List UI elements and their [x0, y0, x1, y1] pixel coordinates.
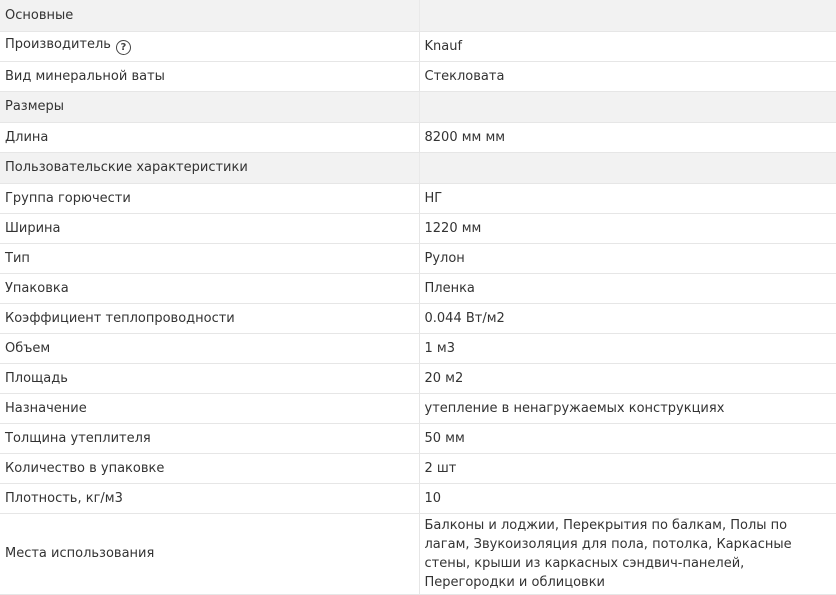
spec-row-quantity: Количество в упаковке 2 шт — [0, 453, 836, 484]
spec-label: Объем — [0, 333, 419, 364]
spec-label-text: Производитель — [5, 37, 111, 52]
spec-label: Назначение — [0, 393, 419, 424]
spec-label: Вид минеральной ваты — [0, 61, 419, 92]
spec-label: Плотность, кг/м3 — [0, 483, 419, 514]
spec-value: 8200 мм мм — [418, 122, 836, 153]
spec-row-conductivity: Коэффициент теплопроводности 0.044 Вт/м2 — [0, 303, 836, 334]
spec-row-width: Ширина 1220 мм — [0, 213, 836, 244]
section-spacer — [418, 0, 836, 32]
question-circle-icon[interactable]: ? — [115, 40, 131, 55]
spec-label: Тип — [0, 243, 419, 274]
spec-value: НГ — [418, 183, 836, 214]
spec-value: 50 мм — [418, 423, 836, 454]
spec-label: Толщина утеплителя — [0, 423, 419, 454]
spec-label: Площадь — [0, 363, 419, 394]
spec-label: Производитель? — [0, 31, 419, 62]
spec-value: 20 м2 — [418, 363, 836, 394]
section-row-user: Пользовательские характеристики — [0, 152, 836, 184]
spec-row-wool-type: Вид минеральной ваты Стекловата — [0, 61, 836, 92]
spec-label: Коэффициент теплопроводности — [0, 303, 419, 334]
spec-value: 1 м3 — [418, 333, 836, 364]
spec-value: 0.044 Вт/м2 — [418, 303, 836, 334]
spec-row-flammability: Группа горючести НГ — [0, 183, 836, 214]
spec-label: Группа горючести — [0, 183, 419, 214]
section-spacer — [418, 91, 836, 123]
spec-value: 1220 мм — [418, 213, 836, 244]
section-title: Основные — [0, 0, 419, 32]
spec-value: Рулон — [418, 243, 836, 274]
section-spacer — [418, 152, 836, 184]
spec-row-packaging: Упаковка Пленка — [0, 273, 836, 304]
spec-value: Knauf — [418, 31, 836, 62]
spec-value: Балконы и лоджии, Перекрытия по балкам, … — [418, 513, 836, 595]
spec-row-length: Длина 8200 мм мм — [0, 122, 836, 153]
spec-label: Места использования — [0, 513, 419, 595]
specs-table: Основные Производитель? Knauf Вид минера… — [0, 0, 836, 595]
spec-row-type: Тип Рулон — [0, 243, 836, 274]
spec-value: Стекловата — [418, 61, 836, 92]
section-row-main: Основные — [0, 0, 836, 32]
spec-row-manufacturer: Производитель? Knauf — [0, 31, 836, 62]
spec-label: Ширина — [0, 213, 419, 244]
spec-row-places: Места использования Балконы и лоджии, Пе… — [0, 513, 836, 595]
spec-value: Пленка — [418, 273, 836, 304]
section-title: Пользовательские характеристики — [0, 152, 419, 184]
spec-row-area: Площадь 20 м2 — [0, 363, 836, 394]
spec-label: Длина — [0, 122, 419, 153]
spec-label: Количество в упаковке — [0, 453, 419, 484]
spec-row-volume: Объем 1 м3 — [0, 333, 836, 364]
spec-row-density: Плотность, кг/м3 10 — [0, 483, 836, 514]
spec-value: утепление в ненагружаемых конструкциях — [418, 393, 836, 424]
spec-row-purpose: Назначение утепление в ненагружаемых кон… — [0, 393, 836, 424]
spec-label: Упаковка — [0, 273, 419, 304]
spec-value: 10 — [418, 483, 836, 514]
spec-row-thickness: Толщина утеплителя 50 мм — [0, 423, 836, 454]
section-row-sizes: Размеры — [0, 91, 836, 123]
section-title: Размеры — [0, 91, 419, 123]
spec-value: 2 шт — [418, 453, 836, 484]
